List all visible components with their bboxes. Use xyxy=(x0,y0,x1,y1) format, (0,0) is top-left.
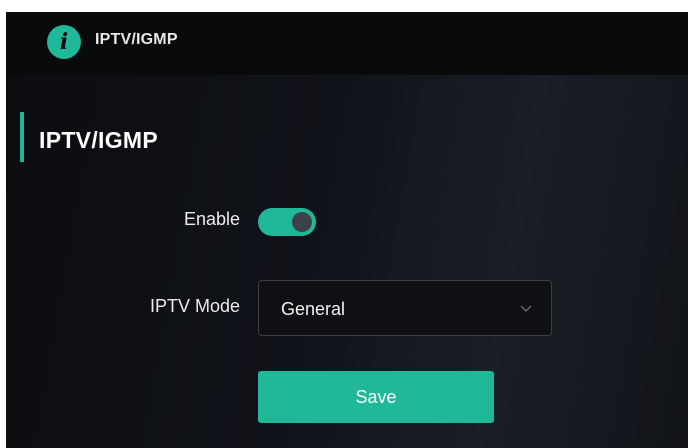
save-button[interactable]: Save xyxy=(258,371,494,423)
iptv-igmp-panel: i IPTV/IGMP IPTV/IGMP Enable IPTV Mode G… xyxy=(6,12,688,448)
top-bar-title: IPTV/IGMP xyxy=(95,31,178,48)
enable-toggle[interactable] xyxy=(258,208,316,236)
page-title: IPTV/IGMP xyxy=(39,127,158,153)
toggle-knob xyxy=(292,212,312,232)
iptv-mode-label: IPTV Mode xyxy=(149,296,240,316)
enable-label: Enable xyxy=(183,209,240,229)
chevron-down-icon xyxy=(520,305,532,312)
main-content: IPTV/IGMP Enable IPTV Mode General Save xyxy=(6,75,688,448)
iptv-mode-value: General xyxy=(281,299,346,319)
top-bar: i IPTV/IGMP xyxy=(6,12,688,75)
iptv-mode-select[interactable]: General xyxy=(258,280,552,336)
info-icon: i xyxy=(47,25,81,59)
title-accent-bar xyxy=(20,112,24,162)
